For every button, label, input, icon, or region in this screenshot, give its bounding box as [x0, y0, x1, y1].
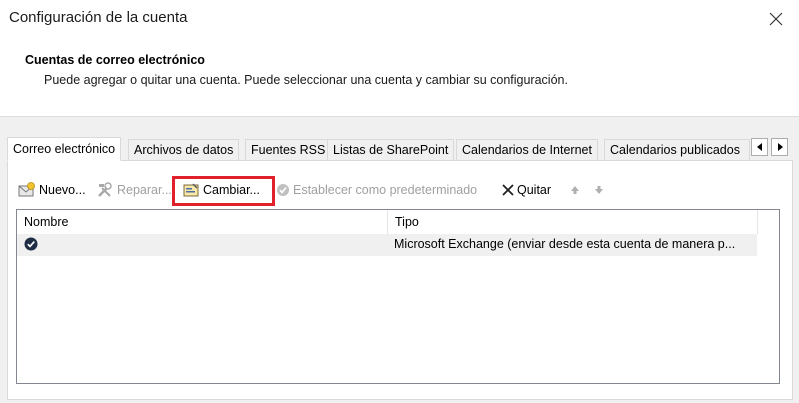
section-description: Puede agregar o quitar una cuenta. Puede…	[44, 73, 568, 87]
email-tab-panel: Nuevo... Reparar... Cambiar... Establece…	[7, 160, 793, 400]
header-panel: Cuentas de correo electrónico Puede agre…	[0, 37, 799, 117]
change-button-highlight	[172, 176, 275, 206]
account-row[interactable]: Microsoft Exchange (enviar desde esta cu…	[17, 234, 757, 256]
caret-right-icon	[777, 143, 783, 151]
remove-label: Quitar	[517, 183, 552, 197]
tab-rss-feeds[interactable]: Fuentes RSS	[245, 139, 332, 160]
title-bar: Configuración de la cuenta	[0, 0, 799, 37]
column-header-type[interactable]: Tipo	[388, 210, 758, 234]
tab-sharepoint-lists[interactable]: Listas de SharePoint	[327, 139, 455, 160]
new-mail-icon	[18, 182, 35, 197]
close-icon	[769, 12, 783, 25]
column-header-name[interactable]: Nombre	[17, 210, 388, 234]
new-account-label: Nuevo...	[39, 183, 86, 197]
arrow-up-icon	[571, 186, 579, 194]
window-title: Configuración de la cuenta	[9, 9, 188, 26]
tab-internet-calendars[interactable]: Calendarios de Internet	[456, 139, 598, 160]
repair-label: Reparar...	[117, 183, 172, 197]
tools-icon	[98, 182, 112, 197]
tab-strip: Correo electrónico Archivos de datos Fue…	[7, 137, 793, 161]
caret-left-icon	[756, 143, 762, 151]
set-default-label: Establecer como predeterminado	[293, 183, 478, 197]
section-title: Cuentas de correo electrónico	[25, 53, 205, 67]
check-circle-icon	[277, 184, 289, 196]
new-account-button[interactable]: Nuevo...	[18, 180, 86, 200]
close-button[interactable]	[753, 0, 799, 37]
tab-scroll-right-button[interactable]	[771, 138, 788, 156]
account-list[interactable]: Nombre Tipo Microsoft Exchange (enviar d…	[16, 209, 780, 384]
tab-email[interactable]: Correo electrónico	[7, 137, 122, 161]
arrow-down-icon	[595, 186, 603, 194]
tab-data-files[interactable]: Archivos de datos	[128, 139, 240, 160]
set-default-button[interactable]: Establecer como predeterminado	[276, 180, 477, 200]
move-down-button[interactable]	[594, 180, 604, 200]
tab-scroll-left-button[interactable]	[751, 138, 768, 156]
default-account-check-icon	[24, 237, 38, 251]
move-up-button[interactable]	[570, 180, 580, 200]
remove-x-icon	[502, 184, 514, 196]
remove-button[interactable]: Quitar	[502, 180, 551, 200]
tab-published-calendars[interactable]: Calendarios publicados	[604, 139, 750, 160]
repair-button[interactable]: Reparar...	[96, 180, 172, 200]
account-type: Microsoft Exchange (enviar desde esta cu…	[394, 237, 736, 251]
